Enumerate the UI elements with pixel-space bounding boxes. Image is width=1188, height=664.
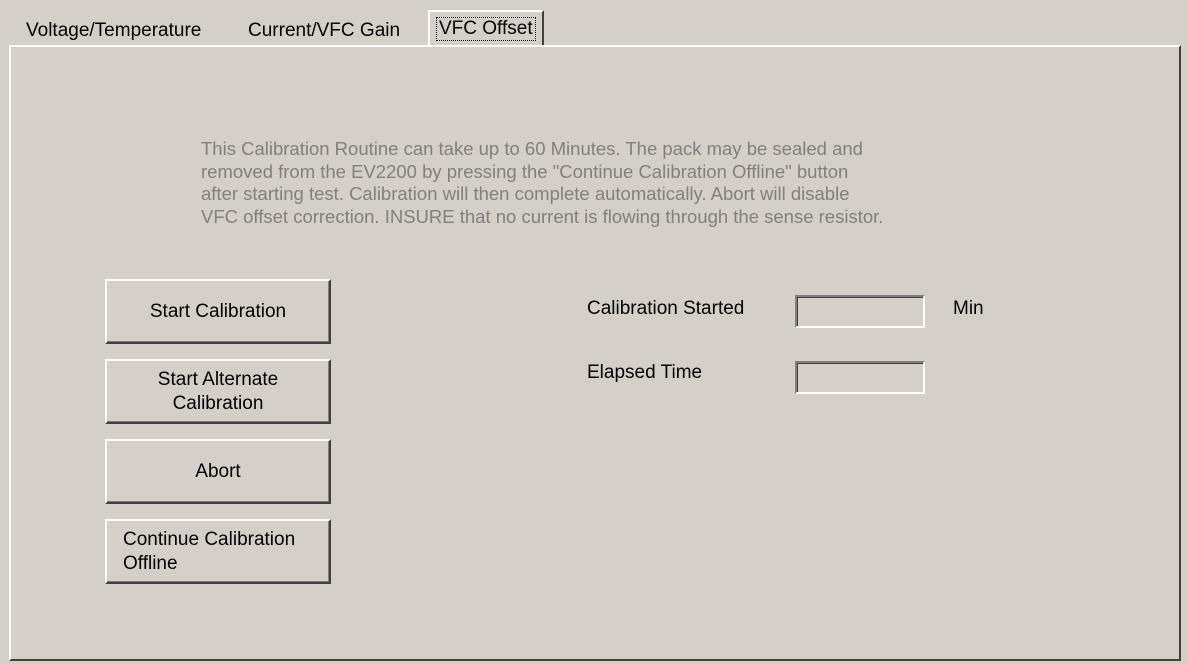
minutes-unit-label: Min [953,298,984,319]
abort-button[interactable]: Abort [105,439,331,504]
tab-vfc-offset-label: VFC Offset [436,17,536,41]
calibration-description: This Calibration Routine can take up to … [201,138,1001,228]
tab-voltage-temperature[interactable]: Voltage/Temperature [22,16,205,46]
description-line: This Calibration Routine can take up to … [201,138,863,159]
start-alternate-label-line1: Start Alternate [157,368,279,390]
description-line: removed from the EV2200 by pressing the … [201,160,849,182]
elapsed-time-label: Elapsed Time [587,362,703,383]
calibration-window: Voltage/Temperature Current/VFC Gain VFC… [0,0,1188,664]
start-calibration-label: Start Calibration [149,300,287,322]
start-alternate-calibration-button[interactable]: Start Alternate Calibration [105,359,331,424]
start-alternate-label-line2: Calibration [172,392,264,414]
tab-current-vfc-gain[interactable]: Current/VFC Gain [244,16,404,46]
tab-vfc-offset[interactable]: VFC Offset [428,10,544,48]
continue-calibration-offline-button[interactable]: Continue Calibration Offline [105,519,331,584]
start-calibration-button[interactable]: Start Calibration [105,279,331,344]
elapsed-time-field[interactable] [795,361,925,394]
description-line: VFC offset correction. INSURE that no cu… [201,205,884,227]
continue-offline-label-line2: Offline [123,552,178,574]
continue-offline-label-line1: Continue Calibration [123,528,296,550]
calibration-started-field[interactable] [795,295,925,328]
description-line: after starting test. Calibration will th… [201,183,850,204]
abort-label: Abort [195,460,241,482]
calibration-started-label: Calibration Started [587,298,745,319]
